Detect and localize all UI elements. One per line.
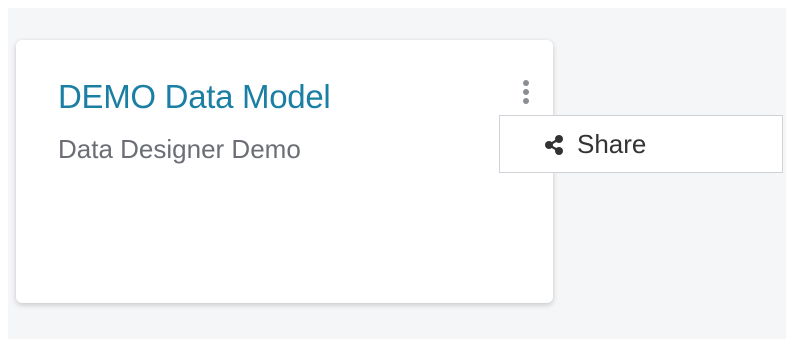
menu-item-share[interactable]: Share — [500, 116, 782, 172]
menu-item-label: Share — [577, 129, 647, 159]
card-subtitle: Data Designer Demo — [58, 134, 301, 164]
context-menu: Share — [499, 115, 783, 173]
kebab-vertical-icon — [523, 80, 529, 104]
share-icon — [545, 135, 563, 155]
page-background: DEMO Data Model Data Designer Demo Share — [8, 8, 786, 339]
data-model-card[interactable]: DEMO Data Model Data Designer Demo — [16, 40, 553, 303]
card-title[interactable]: DEMO Data Model — [58, 78, 331, 116]
kebab-menu-button[interactable] — [514, 74, 538, 114]
